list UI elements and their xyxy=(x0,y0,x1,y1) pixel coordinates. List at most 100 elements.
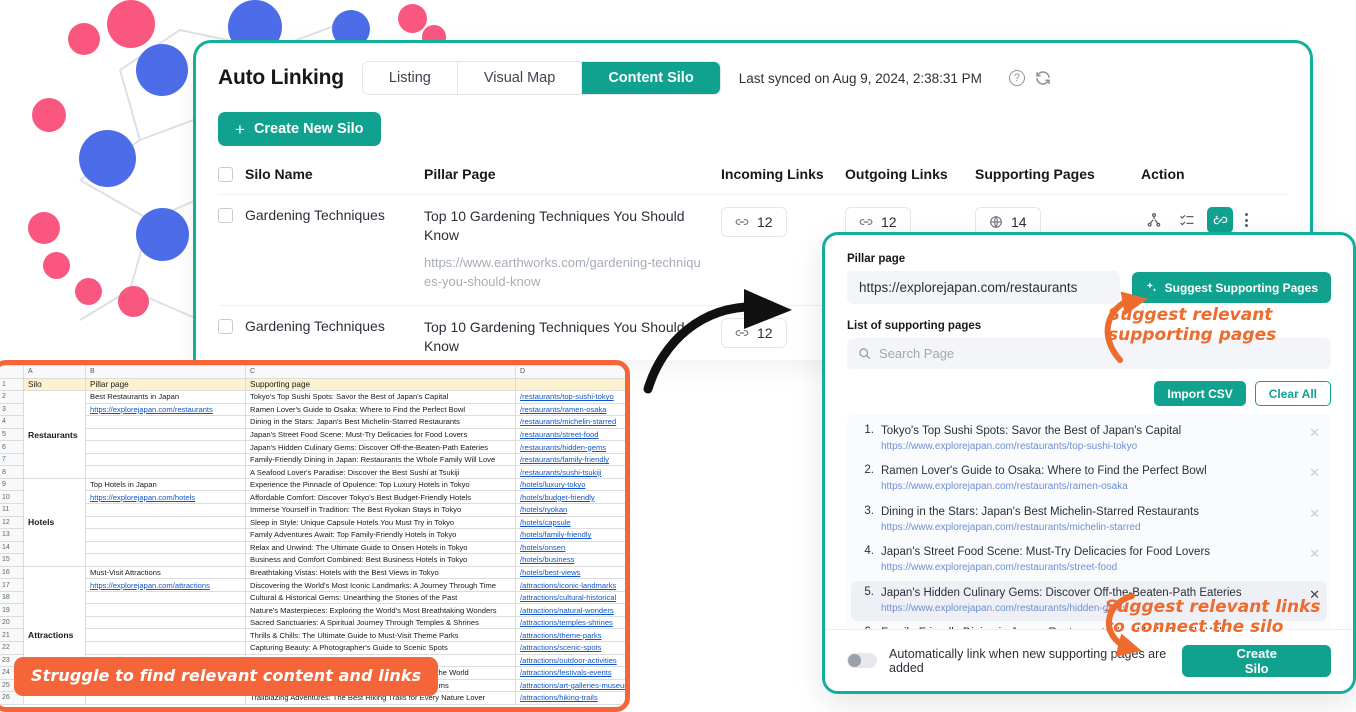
supporting-path-cell[interactable]: /restaurants/family-friendly xyxy=(515,452,625,467)
row-number: 11 xyxy=(0,503,24,517)
last-synced-text: Last synced on Aug 9, 2024, 2:38:31 PM xyxy=(738,70,982,86)
supporting-path-cell[interactable]: /restaurants/michelin-starred xyxy=(515,415,625,429)
remove-page-icon[interactable]: ✕ xyxy=(1309,466,1320,479)
pillar-page-row: https://explorejapan.com/restaurants Sug… xyxy=(847,271,1331,304)
row-number: 9 xyxy=(0,477,24,492)
tab-visual-map[interactable]: Visual Map xyxy=(457,62,583,94)
tab-content-silo[interactable]: Content Silo xyxy=(582,62,720,94)
pillar-url-text: https://www.earthworks.com/gardening-tec… xyxy=(424,254,701,289)
supporting-path-cell[interactable]: /restaurants/ramen-osaka xyxy=(515,402,625,417)
pillar-url-cell[interactable]: https://explorejapan.com/hotels xyxy=(85,490,246,504)
checklist-icon[interactable] xyxy=(1174,207,1200,233)
remove-page-icon[interactable]: ✕ xyxy=(1309,547,1320,560)
clear-all-button[interactable]: Clear All xyxy=(1254,381,1331,406)
supporting-page-item[interactable]: 2. Ramen Lover's Guide to Osaka: Where to… xyxy=(851,459,1327,499)
page-index: 1. xyxy=(864,424,874,436)
supporting-page-cell: Immerse Yourself in Tradition: The Best … xyxy=(245,503,516,517)
supporting-path-cell[interactable]: /attractions/festivals-events xyxy=(515,666,625,680)
supporting-path-cell[interactable]: /attractions/hiking-trails xyxy=(515,691,625,705)
supporting-path-cell[interactable]: /attractions/iconic-landmarks xyxy=(515,578,625,592)
outgoing-links-value: 12 xyxy=(881,214,897,230)
import-csv-button[interactable]: Import CSV xyxy=(1154,381,1246,406)
pillar-page-input[interactable]: https://explorejapan.com/restaurants xyxy=(847,271,1120,304)
select-all-checkbox[interactable] xyxy=(218,167,233,182)
spreadsheet-row: 9 Hotels Top Hotels in Japan Experience the… xyxy=(0,477,625,567)
supporting-path-cell[interactable]: /hotels/family-friendly xyxy=(515,528,625,542)
create-new-silo-button[interactable]: + Create New Silo xyxy=(218,112,381,146)
supporting-path-cell[interactable]: /restaurants/street-food xyxy=(515,427,625,442)
spreadsheet-header-cell xyxy=(515,377,625,392)
supporting-path-cell[interactable]: /hotels/budget-friendly xyxy=(515,490,625,504)
page-text: Ramen Lover's Guide to Osaka: Where to F… xyxy=(881,464,1302,494)
auto-link-label: Automatically link when new supporting p… xyxy=(889,646,1167,675)
remove-page-icon[interactable]: ✕ xyxy=(1309,507,1320,520)
column-header-b[interactable]: B xyxy=(85,365,246,379)
refresh-icon[interactable] xyxy=(1034,69,1052,87)
supporting-path-cell[interactable]: /restaurants/hidden-gems xyxy=(515,440,625,454)
row-checkbox[interactable] xyxy=(218,208,233,223)
supporting-page-cell: Business and Comfort Combined: Best Busi… xyxy=(245,553,516,567)
help-icon[interactable]: ? xyxy=(1008,70,1025,86)
supporting-path-cell[interactable]: /attractions/theme-parks xyxy=(515,628,625,643)
spreadsheet-header-cell: Silo xyxy=(23,377,86,392)
empty-cell xyxy=(85,615,246,630)
incoming-links-pill[interactable]: 12 xyxy=(721,207,787,237)
column-header-a[interactable]: A xyxy=(23,365,86,379)
incoming-links-pill[interactable]: 12 xyxy=(721,318,787,349)
incoming-links-value: 12 xyxy=(757,325,773,342)
column-supporting-pages: Supporting Pages xyxy=(975,166,1095,182)
supporting-page-item[interactable]: 1. Tokyo's Top Sushi Spots: Savor the Bes… xyxy=(851,419,1327,459)
supporting-path-cell[interactable]: /hotels/capsule xyxy=(515,515,625,530)
supporting-page-cell: Nature's Masterpieces: Exploring the Wor… xyxy=(245,603,516,617)
auto-link-toggle[interactable] xyxy=(847,653,877,668)
supporting-path-cell[interactable]: /hotels/best-views xyxy=(515,565,625,580)
supporting-path-cell[interactable]: /hotels/luxury-tokyo xyxy=(515,477,625,492)
supporting-pages-value: 14 xyxy=(1011,214,1027,230)
tab-bar: Listing Visual Map Content Silo xyxy=(361,61,721,95)
column-header-d[interactable]: D xyxy=(515,365,625,379)
empty-cell xyxy=(85,515,246,530)
row-number: 16 xyxy=(0,565,24,580)
pillar-title-text: Top 10 Gardening Techniques You Should K… xyxy=(424,319,685,355)
page-title: Auto Linking xyxy=(218,66,344,89)
page-title: Ramen Lover's Guide to Osaka: Where to F… xyxy=(881,465,1207,478)
supporting-path-cell[interactable]: /attractions/temples-shrines xyxy=(515,615,625,630)
tab-listing[interactable]: Listing xyxy=(362,62,458,94)
row-checkbox[interactable] xyxy=(218,319,233,335)
supporting-path-cell[interactable]: /restaurants/sushi-tsukiji xyxy=(515,465,625,479)
create-silo-button[interactable]: Create Silo xyxy=(1182,644,1331,677)
row-number: 2 xyxy=(0,390,24,404)
supporting-page-cell: Japan's Street Food Scene: Must-Try Deli… xyxy=(245,427,516,442)
supporting-path-cell[interactable]: /attractions/natural-wonders xyxy=(515,603,625,617)
supporting-path-cell[interactable]: /hotels/onsen xyxy=(515,540,625,555)
sitemap-icon[interactable] xyxy=(1141,207,1167,233)
spreadsheet-row: 14 Relax and Unwind: The Ultimate Guide t… xyxy=(0,540,625,555)
plus-icon: + xyxy=(235,119,245,139)
supporting-path-cell[interactable]: /attractions/outdoor-activities xyxy=(515,653,625,668)
supporting-page-cell: Affordable Comfort: Discover Tokyo's Bes… xyxy=(245,490,516,504)
spreadsheet-table: ABCD 1 Silo Pillar page Supporting page 2 Res… xyxy=(0,365,625,705)
supporting-path-cell[interactable]: /attractions/cultural-historical xyxy=(515,590,625,605)
pillar-url-cell[interactable]: https://explorejapan.com/attractions xyxy=(85,578,246,592)
supporting-page-item[interactable]: 4. Japan's Street Food Scene: Must-Try De… xyxy=(851,540,1327,580)
suggest-supporting-pages-button[interactable]: Suggest Supporting Pages xyxy=(1131,272,1331,303)
supporting-path-cell[interactable]: /hotels/business xyxy=(515,553,625,567)
spreadsheet-row: 19 Nature's Masterpieces: Exploring the W… xyxy=(0,603,625,617)
supporting-path-cell[interactable]: /attractions/scenic-spots xyxy=(515,641,625,655)
supporting-path-cell[interactable]: /attractions/art-galleries-museums xyxy=(515,678,625,693)
silo-name-cell: Gardening Techniques xyxy=(245,207,385,223)
supporting-page-cell: Family Adventures Await: Top Family-Frie… xyxy=(245,528,516,542)
column-header-c[interactable]: C xyxy=(245,365,516,379)
page-title: Japan's Street Food Scene: Must-Try Deli… xyxy=(881,546,1211,559)
more-options-icon[interactable] xyxy=(1240,213,1253,227)
spreadsheet-scroll-area[interactable]: ABCD 1 Silo Pillar page Supporting page 2 Res… xyxy=(0,365,625,707)
row-number: 14 xyxy=(0,540,24,555)
auto-link-magic-icon[interactable] xyxy=(1207,207,1233,233)
supporting-path-cell[interactable]: /hotels/ryokan xyxy=(515,503,625,517)
supporting-path-cell[interactable]: /restaurants/top-sushi-tokyo xyxy=(515,390,625,404)
supporting-page-item[interactable]: 3. Dining in the Stars: Japan's Best Mich… xyxy=(851,500,1327,540)
spreadsheet-header-cell: Pillar page xyxy=(85,377,246,392)
pillar-url-cell[interactable]: https://explorejapan.com/restaurants xyxy=(85,402,246,417)
row-number: 17 xyxy=(0,578,24,592)
remove-page-icon[interactable]: ✕ xyxy=(1309,426,1320,439)
